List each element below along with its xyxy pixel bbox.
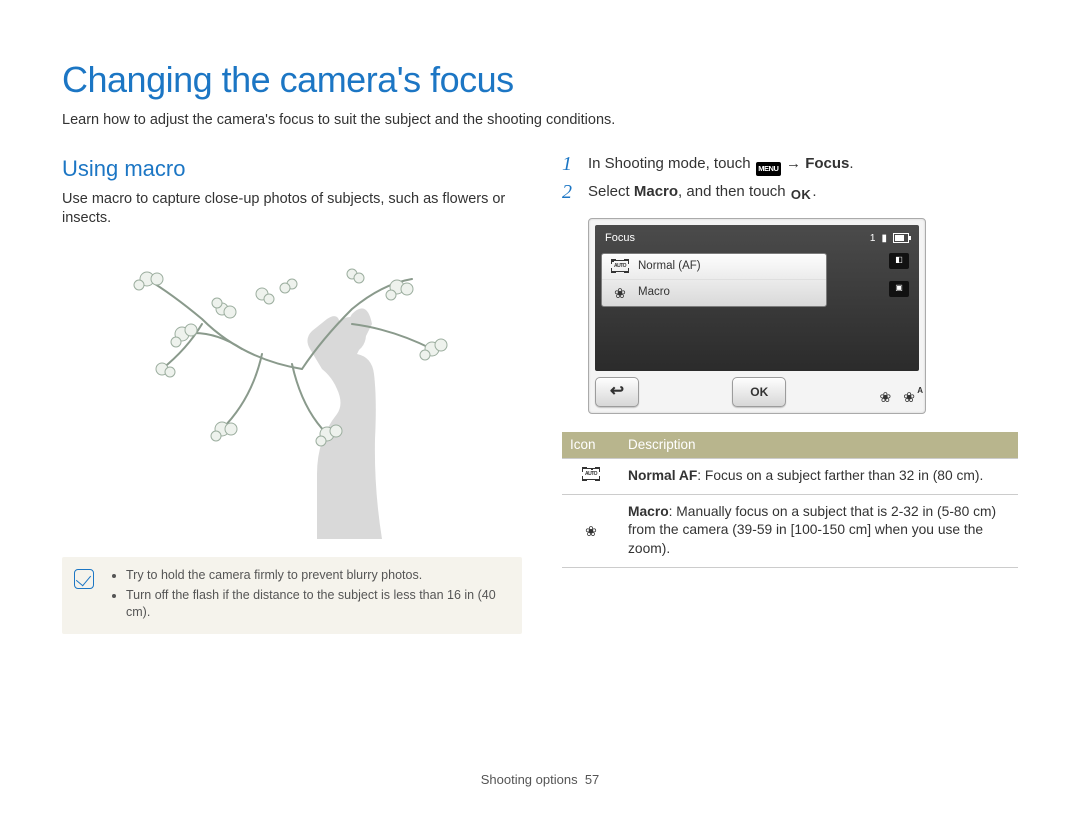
step-number: 2 [562, 179, 572, 206]
step-1: 1 In Shooting mode, touch MENU → Focus. [562, 154, 1018, 176]
sd-icon: ▮ [881, 232, 887, 246]
focus-mode-list: AUTO Normal (AF) ❀ Macro [601, 253, 827, 307]
right-column: 1 In Shooting mode, touch MENU → Focus. … [562, 154, 1018, 633]
left-column: Using macro Use macro to capture close-u… [62, 154, 522, 633]
page-intro: Learn how to adjust the camera's focus t… [62, 111, 1018, 131]
ok-button[interactable]: OK [732, 377, 786, 407]
th-description: Description [620, 432, 1018, 459]
camera-screen: Focus 1 ▮ AUTO Normal (AF) [588, 218, 926, 414]
side-badge-bottom: ▣ [889, 281, 909, 297]
th-icon: Icon [562, 432, 620, 459]
back-button[interactable]: ↩ [595, 377, 639, 407]
using-macro-heading: Using macro [62, 154, 522, 184]
screen-title: Focus [605, 231, 635, 246]
auto-macro-icon: ❀A [903, 388, 915, 407]
table-row: ❀ Macro: Manually focus on a subject tha… [562, 494, 1018, 567]
note-icon [74, 569, 94, 589]
page-title: Changing the camera's focus [62, 56, 1018, 105]
page-footer: Shooting options 57 [0, 771, 1080, 789]
battery-icon [893, 233, 909, 243]
tip-box: Try to hold the camera firmly to prevent… [62, 557, 522, 634]
illustration-photographer [92, 239, 492, 539]
page-root: Changing the camera's focus Learn how to… [0, 0, 1080, 815]
ok-icon: OK [791, 186, 812, 204]
status-icons: 1 ▮ [870, 232, 909, 246]
macro-icon: ❀ [612, 286, 628, 300]
tip-item: Turn off the flash if the distance to th… [126, 587, 510, 621]
focus-option-normal-af[interactable]: AUTO Normal (AF) [602, 254, 826, 281]
back-icon: ↩ [610, 380, 624, 403]
macro-icon: ❀ [880, 390, 892, 404]
side-badge-top: ◧ [889, 253, 909, 269]
step-number: 1 [562, 151, 572, 178]
normal-af-icon: AUTO [612, 260, 628, 272]
focus-description-table: Icon Description AUTO Normal AF: Focus o… [562, 432, 1018, 568]
menu-icon: MENU [756, 162, 781, 176]
normal-af-icon: AUTO [562, 459, 620, 495]
macro-icon: ❀ [562, 494, 620, 567]
using-macro-paragraph: Use macro to capture close-up photos of … [62, 190, 522, 229]
tip-item: Try to hold the camera firmly to prevent… [126, 567, 510, 584]
focus-option-macro[interactable]: ❀ Macro [602, 280, 826, 306]
step-2: 2 Select Macro, and then touch OK. [562, 182, 1018, 204]
table-row: AUTO Normal AF: Focus on a subject farth… [562, 459, 1018, 495]
